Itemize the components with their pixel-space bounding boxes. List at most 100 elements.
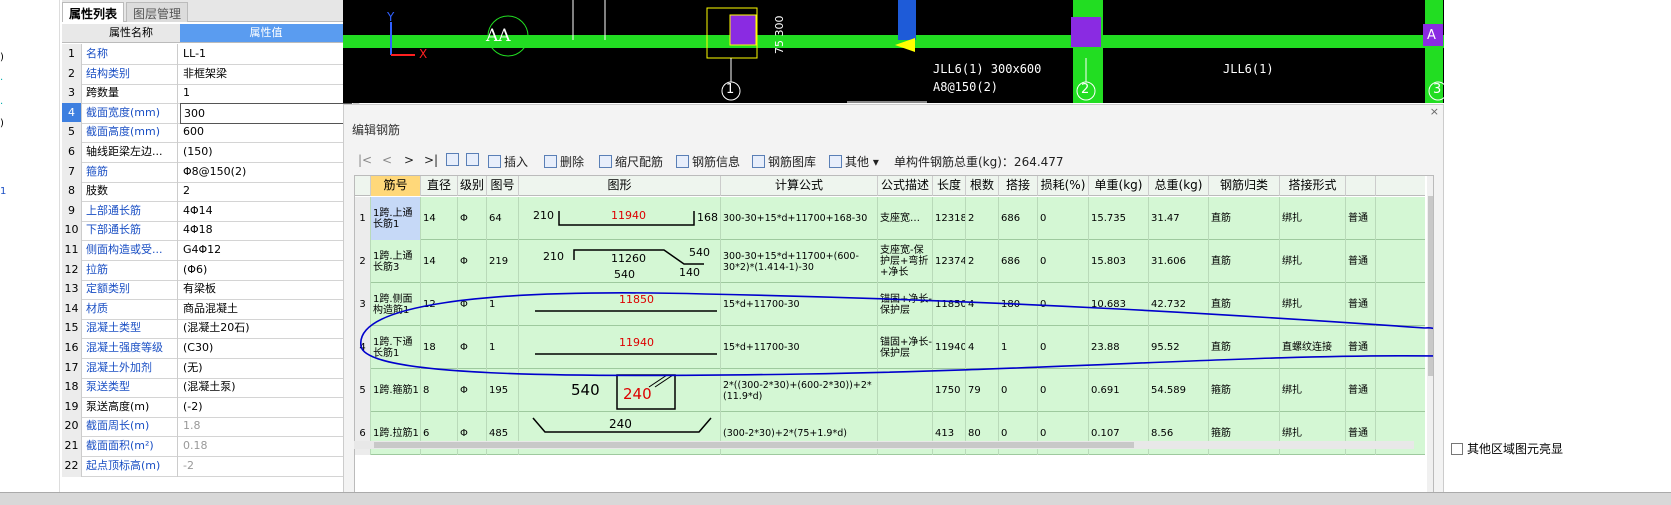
rebar-cell[interactable]: 1跨.箍筋1 <box>371 369 421 412</box>
grid-header-cell[interactable] <box>1346 176 1376 196</box>
property-value[interactable]: (混凝土泵) <box>180 377 352 398</box>
grid-header-cell[interactable]: 根数 <box>966 176 999 196</box>
selected-element[interactable] <box>898 0 916 40</box>
property-row[interactable]: 8 肢数 2 <box>62 181 352 203</box>
grid-header-cell[interactable]: 损耗(%) <box>1038 176 1089 196</box>
rebar-cell[interactable]: 14 <box>421 197 458 240</box>
property-value[interactable]: G4Φ12 <box>180 240 352 261</box>
property-value[interactable]: Φ8@150(2) <box>180 162 352 183</box>
rebar-cell[interactable]: Φ <box>458 326 487 369</box>
rebar-cell[interactable]: 0 <box>1038 240 1089 283</box>
property-row[interactable]: 21 截面面积(m²) 0.18 <box>62 436 352 457</box>
grid-header-cell[interactable]: 图形 <box>519 176 721 196</box>
rebar-cell[interactable]: 1 <box>487 283 519 326</box>
grid-header-cell[interactable] <box>355 176 371 196</box>
property-value[interactable]: 4Φ14 <box>180 201 352 222</box>
rebar-shape-cell[interactable]: 11940 <box>519 326 721 369</box>
rebar-cell[interactable]: 直筋 <box>1209 240 1280 283</box>
rebar-library-button[interactable]: 钢筋图库 <box>752 153 816 170</box>
property-value[interactable]: LL-1 <box>180 44 352 65</box>
rebar-cell[interactable]: 2 <box>966 240 999 283</box>
move-down-button[interactable] <box>466 153 482 167</box>
rebar-shape-cell[interactable]: 210 11940 168 <box>519 197 721 240</box>
rebar-cell[interactable]: 219 <box>487 240 519 283</box>
grid-vscroll[interactable] <box>1427 176 1433 500</box>
row-index[interactable]: 4 <box>355 326 371 369</box>
rebar-cell[interactable]: 0 <box>1038 369 1089 412</box>
rebar-row[interactable]: 2 1跨.上通长筋3 14 Φ 219 210 11260 540 540 140 300-30+1… <box>355 240 1425 283</box>
first-button[interactable]: |< <box>358 153 372 167</box>
rebar-cell[interactable]: 12374 <box>933 240 966 283</box>
rebar-cell[interactable]: Φ <box>458 283 487 326</box>
rebar-cell[interactable]: 23.88 <box>1089 326 1149 369</box>
property-row[interactable]: 19 泵送高度(m) (-2) <box>62 396 352 418</box>
rebar-cell[interactable]: 79 <box>966 369 999 412</box>
rebar-cell[interactable]: 箍筋 <box>1209 369 1280 412</box>
rebar-cell[interactable]: 31.606 <box>1149 240 1209 283</box>
rebar-cell[interactable]: 12318 <box>933 197 966 240</box>
rebar-cell[interactable]: 1 <box>487 326 519 369</box>
rebar-cell[interactable]: 54.589 <box>1149 369 1209 412</box>
grid-hscroll[interactable] <box>354 441 1414 449</box>
property-row[interactable]: 3 跨数量 1 <box>62 83 352 105</box>
property-value[interactable]: (150) <box>180 142 352 163</box>
prev-button[interactable]: < <box>382 153 392 167</box>
rebar-cell[interactable]: 绑扎 <box>1280 240 1346 283</box>
property-row[interactable]: 7 箍筋 Φ8@150(2) <box>62 161 352 183</box>
cad-canvas[interactable]: Y X AA 1 2 3 75 300 JLL6(1) 300x600 A8@1… <box>343 0 1444 103</box>
rebar-cell[interactable]: 普通 <box>1346 326 1376 369</box>
property-value[interactable]: 商品混凝土 <box>180 299 352 320</box>
rebar-cell[interactable]: 0.691 <box>1089 369 1149 412</box>
tab-layer-manager[interactable]: 图层管理 <box>126 2 189 22</box>
rebar-row[interactable]: 1 1跨.上通长筋1 14 Φ 64 210 11940 168 300-30+15*d+117… <box>355 197 1425 240</box>
row-index[interactable]: 1 <box>355 197 371 240</box>
rebar-cell[interactable]: 直筋 <box>1209 197 1280 240</box>
checkbox-icon[interactable] <box>1451 443 1463 455</box>
rebar-cell[interactable]: 支座宽… <box>878 197 933 240</box>
rebar-cell[interactable]: 直筋 <box>1209 326 1280 369</box>
rebar-cell[interactable]: 11940 <box>933 326 966 369</box>
grid-header-cell[interactable]: 计算公式 <box>721 176 878 196</box>
rebar-cell[interactable]: 普通 <box>1346 197 1376 240</box>
rebar-cell[interactable]: 686 <box>999 240 1038 283</box>
property-row[interactable]: 13 定额类别 有梁板 <box>62 279 352 301</box>
row-index[interactable]: 5 <box>355 369 371 412</box>
rebar-cell[interactable]: 支座宽-保护层+弯折+净长 <box>878 240 933 283</box>
move-up-button[interactable] <box>446 153 462 167</box>
rebar-cell[interactable]: 300-30+15*d+11700+(600-30*2)*(1.414-1)-3… <box>721 240 878 283</box>
rebar-cell[interactable]: 15.803 <box>1089 240 1149 283</box>
property-row[interactable]: 17 混凝土外加剂 (无) <box>62 357 352 379</box>
rebar-cell[interactable]: 15*d+11700-30 <box>721 326 878 369</box>
rebar-cell[interactable]: 15.735 <box>1089 197 1149 240</box>
property-value[interactable]: (-2) <box>180 397 352 418</box>
rebar-cell[interactable]: 0 <box>1038 197 1089 240</box>
rebar-shape-cell[interactable]: 11850 <box>519 283 721 326</box>
property-value[interactable]: 300 <box>180 102 352 124</box>
rebar-cell[interactable]: 2 <box>966 197 999 240</box>
rebar-cell[interactable]: 锚固+净长-保护层 <box>878 326 933 369</box>
rebar-cell[interactable]: 1跨.侧面构造筋1 <box>371 283 421 326</box>
grid-header-cell[interactable]: 长度 <box>933 176 966 196</box>
rebar-cell[interactable]: 180 <box>999 283 1038 326</box>
rebar-cell[interactable]: 95.52 <box>1149 326 1209 369</box>
grid-header-cell[interactable]: 图号 <box>487 176 519 196</box>
rebar-cell[interactable]: 18 <box>421 326 458 369</box>
rebar-cell[interactable]: 直螺纹连接 <box>1280 326 1346 369</box>
rebar-cell[interactable]: 42.732 <box>1149 283 1209 326</box>
property-row[interactable]: 10 下部通长筋 4Φ18 <box>62 220 352 242</box>
grid-header-cell[interactable]: 钢筋归类 <box>1209 176 1280 196</box>
property-row[interactable]: 18 泵送类型 (混凝土泵) <box>62 377 352 399</box>
rebar-row[interactable]: 3 1跨.侧面构造筋1 12 Φ 1 11850 15*d+11700-30 锚固+净长-保护… <box>355 283 1425 326</box>
canvas-hscroll[interactable] <box>847 101 927 103</box>
rebar-row[interactable]: 5 1跨.箍筋1 8 Φ 195 540 240 2*((300-2*30)+(600-2*3… <box>355 369 1425 412</box>
property-value[interactable]: 1 <box>180 83 352 104</box>
property-row[interactable]: 14 材质 商品混凝土 <box>62 298 352 320</box>
property-row[interactable]: 20 截面周长(m) 1.8 <box>62 416 352 438</box>
property-row[interactable]: 9 上部通长筋 4Φ14 <box>62 200 352 222</box>
row-index[interactable]: 2 <box>355 240 371 283</box>
close-icon[interactable]: × <box>1430 105 1439 118</box>
property-row[interactable]: 11 侧面构造或受... G4Φ12 <box>62 240 352 261</box>
property-value[interactable]: 1.8 <box>180 416 352 437</box>
property-value[interactable]: (C30) <box>180 338 352 359</box>
rebar-shape-cell[interactable]: 210 11260 540 540 140 <box>519 240 721 283</box>
